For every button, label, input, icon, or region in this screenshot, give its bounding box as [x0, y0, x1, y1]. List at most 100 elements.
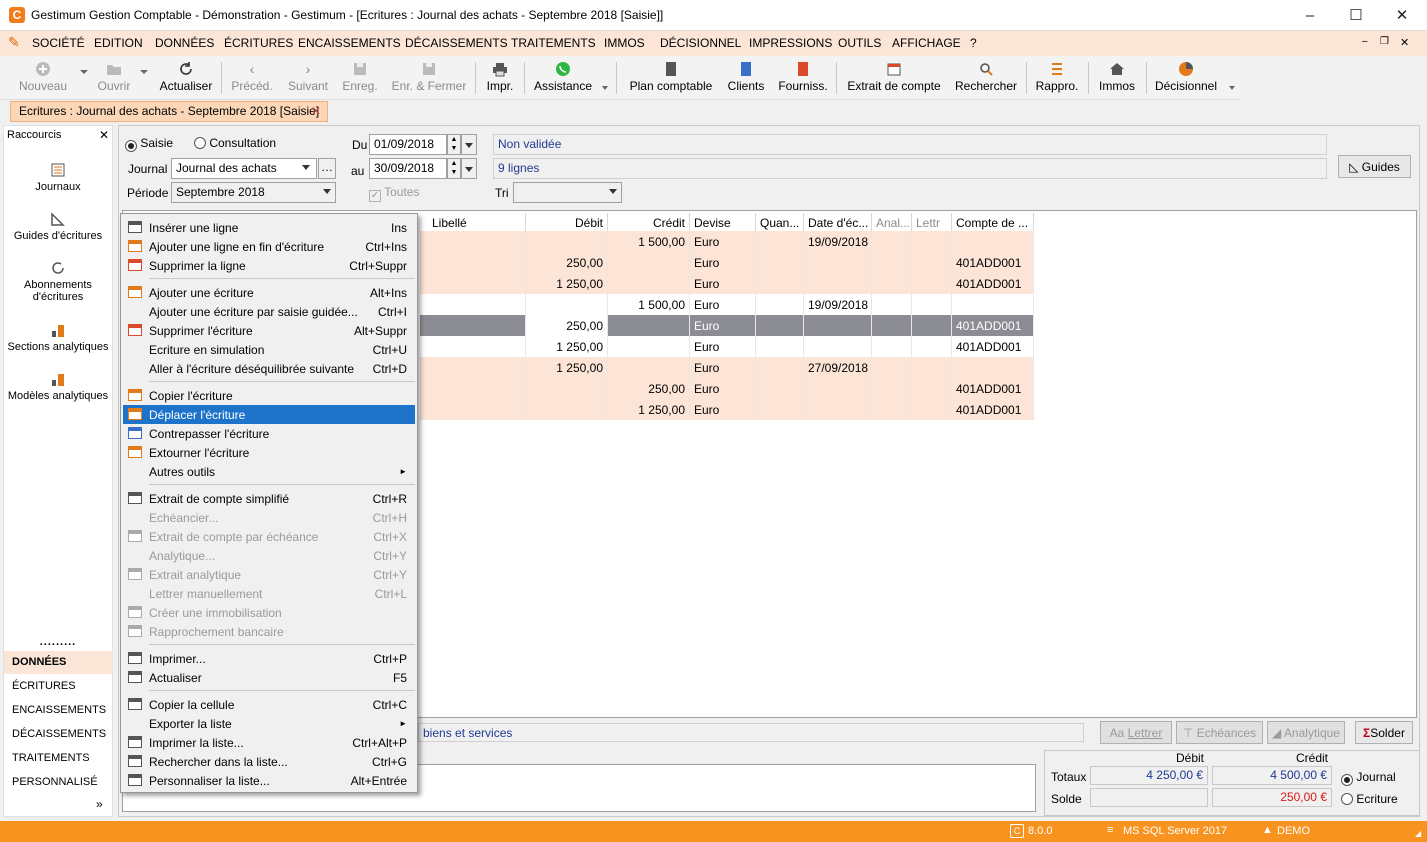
- column-libelle[interactable]: Libellé: [428, 213, 526, 233]
- date-to-spinner[interactable]: ▲ ▼: [447, 158, 461, 179]
- save-button[interactable]: Enreg.: [340, 58, 380, 98]
- context-menu-item[interactable]: Ecriture en simulation Ctrl+U: [123, 340, 415, 359]
- context-menu-item[interactable]: Analytique... Ctrl+Y: [123, 546, 415, 565]
- table-cell[interactable]: [428, 231, 526, 252]
- mdi-close-icon[interactable]: ✕: [1400, 36, 1409, 49]
- print-button[interactable]: Impr.: [482, 58, 518, 98]
- table-cell[interactable]: [756, 294, 804, 315]
- table-cell[interactable]: [804, 336, 872, 357]
- table-cell[interactable]: Euro: [690, 378, 756, 399]
- table-cell[interactable]: 1 500,00: [608, 294, 690, 315]
- date-from-spinner[interactable]: ▲ ▼: [447, 134, 461, 155]
- column-debit[interactable]: Débit: [526, 213, 608, 233]
- menu-immos[interactable]: IMMOS: [604, 36, 645, 50]
- column-quantite[interactable]: Quan...: [756, 213, 804, 233]
- table-cell[interactable]: [952, 231, 1034, 252]
- table-cell[interactable]: [804, 399, 872, 420]
- refresh-button[interactable]: Actualiser: [157, 58, 215, 98]
- table-cell[interactable]: [526, 231, 608, 252]
- context-menu-item[interactable]: Imprimer... Ctrl+P: [123, 649, 415, 668]
- document-tab[interactable]: Ecritures : Journal des achats - Septemb…: [10, 101, 328, 122]
- table-cell[interactable]: [872, 294, 912, 315]
- journal-radio[interactable]: Journal: [1341, 770, 1396, 786]
- context-menu-item[interactable]: Extrait analytique Ctrl+Y: [123, 565, 415, 584]
- context-menu-item[interactable]: Rapprochement bancaire: [123, 622, 415, 641]
- toutes-checkbox[interactable]: ✓ Toutes: [369, 185, 419, 202]
- echeances-button[interactable]: ⊤ Echéances: [1176, 721, 1263, 744]
- table-cell[interactable]: [912, 273, 952, 294]
- chevron-down-icon[interactable]: [609, 189, 617, 194]
- tab-close-icon[interactable]: ✕: [311, 104, 321, 118]
- context-menu-item[interactable]: Extrait de compte simplifié Ctrl+R: [123, 489, 415, 508]
- table-cell[interactable]: [428, 315, 526, 336]
- table-cell[interactable]: [804, 378, 872, 399]
- table-cell[interactable]: 250,00: [608, 378, 690, 399]
- table-cell[interactable]: [608, 315, 690, 336]
- context-menu-item[interactable]: Contrepasser l'écriture: [123, 424, 415, 443]
- journal-select[interactable]: Journal des achats: [171, 158, 317, 179]
- nav-traitements[interactable]: TRAITEMENTS: [4, 747, 113, 770]
- date-from-field[interactable]: 01/09/2018: [369, 134, 447, 155]
- table-cell[interactable]: [428, 357, 526, 378]
- context-menu-item[interactable]: Supprimer l'écriture Alt+Suppr: [123, 321, 415, 340]
- tri-select[interactable]: [513, 182, 622, 203]
- menu-impressions[interactable]: IMPRESSIONS: [749, 36, 832, 50]
- table-cell[interactable]: [912, 231, 952, 252]
- maximize-icon[interactable]: ☐: [1333, 0, 1379, 31]
- date-from-dropdown[interactable]: [461, 134, 477, 155]
- context-menu-item[interactable]: Extourner l'écriture: [123, 443, 415, 462]
- table-cell[interactable]: [526, 399, 608, 420]
- context-menu-item[interactable]: Copier l'écriture: [123, 386, 415, 405]
- table-cell[interactable]: [804, 252, 872, 273]
- table-cell[interactable]: [872, 399, 912, 420]
- table-cell[interactable]: [756, 252, 804, 273]
- sidebar-item-abonnements[interactable]: Abonnements d'écritures: [3, 260, 113, 303]
- table-cell[interactable]: [756, 273, 804, 294]
- table-cell[interactable]: [872, 315, 912, 336]
- nav-personnalise[interactable]: PERSONNALISÉ: [4, 771, 113, 794]
- table-cell[interactable]: [756, 378, 804, 399]
- table-cell[interactable]: [912, 315, 952, 336]
- table-cell[interactable]: 1 250,00: [526, 357, 608, 378]
- reconciliation-button[interactable]: Rappro.: [1033, 58, 1081, 98]
- open-button[interactable]: Ouvrir: [94, 58, 134, 98]
- nav-encaissements[interactable]: ENCAISSEMENTS: [4, 699, 113, 722]
- context-menu-item[interactable]: Exporter la liste ►: [123, 714, 415, 733]
- context-menu-item[interactable]: Ajouter une écriture par saisie guidée..…: [123, 302, 415, 321]
- column-compte[interactable]: Compte de ...: [952, 213, 1034, 233]
- table-cell[interactable]: 27/09/2018: [804, 357, 872, 378]
- nav-ecritures[interactable]: ÉCRITURES: [4, 675, 113, 698]
- date-to-dropdown[interactable]: [461, 158, 477, 179]
- table-cell[interactable]: 401ADD001: [952, 378, 1034, 399]
- table-cell[interactable]: [526, 378, 608, 399]
- context-menu-item[interactable]: Actualiser F5: [123, 668, 415, 687]
- table-cell[interactable]: [952, 357, 1034, 378]
- table-cell[interactable]: [428, 252, 526, 273]
- table-cell[interactable]: [608, 252, 690, 273]
- next-button[interactable]: › Suivant: [286, 58, 330, 98]
- table-cell[interactable]: [526, 294, 608, 315]
- table-cell[interactable]: Euro: [690, 336, 756, 357]
- table-cell[interactable]: Euro: [690, 315, 756, 336]
- table-cell[interactable]: [912, 336, 952, 357]
- context-menu-item[interactable]: Copier la cellule Ctrl+C: [123, 695, 415, 714]
- immos-button[interactable]: Immos: [1095, 58, 1139, 98]
- assistance-button[interactable]: Assistance: [531, 58, 595, 98]
- context-menu-item[interactable]: Personnaliser la liste... Alt+Entrée: [123, 771, 415, 790]
- lettrer-button[interactable]: Aa Lettrer: [1100, 721, 1172, 744]
- toolbar-overflow-icon[interactable]: [602, 86, 608, 90]
- periode-select[interactable]: Septembre 2018: [171, 182, 336, 203]
- sidebar-item-guides[interactable]: Guides d'écritures: [3, 211, 113, 242]
- context-menu-item[interactable]: Imprimer la liste... Ctrl+Alt+P: [123, 733, 415, 752]
- ecriture-radio[interactable]: Ecriture: [1341, 792, 1398, 806]
- table-cell[interactable]: Euro: [690, 273, 756, 294]
- save-close-button[interactable]: Enr. & Fermer: [390, 58, 468, 98]
- context-menu-item[interactable]: Extrait de compte par échéance Ctrl+X: [123, 527, 415, 546]
- menu-outils[interactable]: OUTILS: [838, 36, 881, 50]
- table-cell[interactable]: 401ADD001: [952, 315, 1034, 336]
- chevron-down-icon[interactable]: [302, 165, 310, 170]
- table-cell[interactable]: [912, 357, 952, 378]
- table-cell[interactable]: 250,00: [526, 315, 608, 336]
- table-cell[interactable]: 401ADD001: [952, 336, 1034, 357]
- column-analytique[interactable]: Anal...: [872, 213, 912, 233]
